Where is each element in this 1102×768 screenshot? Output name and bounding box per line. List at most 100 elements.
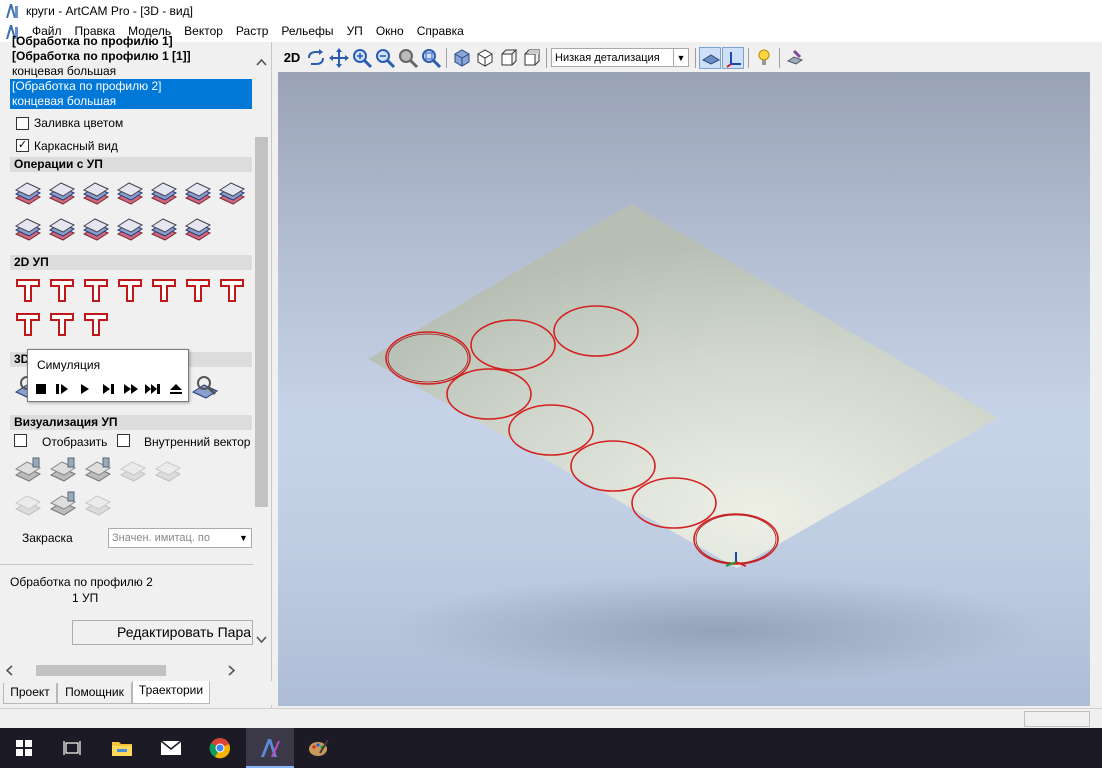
toolpath-stack-icon[interactable]	[115, 178, 145, 208]
side-view-icon[interactable]	[497, 47, 519, 69]
section-2d-toolpaths[interactable]: 2D УП	[10, 255, 252, 270]
inlay-icon[interactable]	[13, 309, 43, 339]
area-clearance-icon[interactable]	[47, 275, 77, 305]
front-view-icon[interactable]	[474, 47, 496, 69]
show-checkbox[interactable]	[14, 434, 27, 447]
toolpath-transform-icon[interactable]	[149, 178, 179, 208]
zoom-in-icon[interactable]	[351, 47, 373, 69]
inner-vector-checkbox[interactable]	[117, 434, 130, 447]
task-view-icon[interactable]	[48, 728, 96, 768]
fluting-icon[interactable]	[47, 309, 77, 339]
chevron-up-icon[interactable]	[256, 58, 267, 66]
simulate-block-icon[interactable]	[83, 455, 113, 485]
wireframe-label: Каркасный вид	[34, 139, 118, 153]
file-explorer-icon[interactable]	[98, 728, 146, 768]
v-carve-icon[interactable]	[81, 275, 111, 305]
engrave-text-icon[interactable]	[149, 275, 179, 305]
panel-vertical-scrollbar[interactable]	[253, 42, 270, 662]
windows-taskbar	[0, 728, 1102, 768]
export-simulation-icon[interactable]	[83, 489, 113, 519]
chrome-icon[interactable]	[196, 728, 244, 768]
profile-machining-icon[interactable]	[13, 275, 43, 305]
toolbar-separator	[779, 48, 780, 68]
detail-level-select[interactable]: Низкая детализация ▼	[551, 48, 689, 67]
save-toolpath-icon[interactable]	[13, 178, 43, 208]
material-icon[interactable]	[784, 47, 806, 69]
feature-machining-icon[interactable]	[217, 275, 247, 305]
step-play-icon[interactable]	[54, 382, 70, 396]
export-toolpath-icon[interactable]	[47, 214, 77, 244]
fast-forward-icon[interactable]	[123, 382, 139, 396]
toolpath-table-icon[interactable]	[217, 178, 247, 208]
show-label: Отобразить	[42, 435, 108, 449]
chevron-left-icon[interactable]	[5, 665, 13, 676]
panel-horizontal-scrollbar[interactable]	[0, 662, 253, 679]
3d-viewport[interactable]	[278, 72, 1090, 706]
tree-item-toolpath-2[interactable]: [Обработка по профилю 2]	[10, 79, 252, 94]
rotate-view-icon[interactable]	[305, 47, 327, 69]
load-simulation-icon[interactable]	[48, 489, 78, 519]
stop-icon[interactable]	[33, 382, 49, 396]
chevron-right-icon[interactable]	[228, 665, 236, 676]
artcam-icon[interactable]	[246, 728, 294, 768]
top-view-icon[interactable]	[520, 47, 542, 69]
menu-window[interactable]: Окно	[370, 21, 411, 42]
tree-item-tool-1[interactable]: концевая большая	[10, 64, 252, 79]
mail-icon[interactable]	[147, 728, 195, 768]
scrollbar-thumb[interactable]	[36, 665, 166, 676]
fill-color-checkbox[interactable]	[16, 117, 29, 130]
section-visualization[interactable]: Визуализация УП	[10, 415, 252, 430]
light-bulb-icon[interactable]	[753, 47, 775, 69]
selected-toolpath-count: 1 УП	[72, 591, 99, 605]
toolbar-separator	[446, 48, 447, 68]
shaded-view-icon[interactable]	[699, 47, 721, 69]
menu-reliefs[interactable]: Рельефы	[275, 21, 340, 42]
tab-assistant[interactable]: Помощник	[57, 683, 132, 704]
toolpath-sheet-icon[interactable]	[183, 178, 213, 208]
paint-icon[interactable]	[295, 728, 343, 768]
2d-view-button[interactable]: 2D	[281, 47, 303, 69]
zoom-out-icon[interactable]	[374, 47, 396, 69]
section-operations[interactable]: Операции с УП	[10, 157, 252, 172]
edit-parameters-button[interactable]: Редактировать Параметры	[72, 620, 253, 645]
menu-toolpaths[interactable]: УП	[341, 21, 370, 42]
tree-item-tool-2[interactable]: концевая большая	[10, 94, 252, 109]
status-cell	[1024, 711, 1090, 727]
toolpath-order-icon[interactable]	[81, 214, 111, 244]
save-as-toolpath-icon[interactable]	[13, 214, 43, 244]
artcam-app-icon	[6, 3, 18, 18]
tab-toolpaths[interactable]: Траектории	[132, 681, 210, 704]
toolpath-add-icon[interactable]	[115, 214, 145, 244]
merge-toolpath-icon[interactable]	[81, 178, 111, 208]
3d-zoom-toolpath-icon[interactable]	[190, 372, 220, 402]
save-simulation-icon[interactable]	[13, 489, 43, 519]
iso-view-icon[interactable]	[451, 47, 473, 69]
toolpath-info-icon[interactable]	[47, 178, 77, 208]
axes-icon[interactable]	[722, 47, 744, 69]
toolpath-template-icon[interactable]	[183, 214, 213, 244]
reset-simulation-icon[interactable]	[118, 455, 148, 485]
zoom-window-icon[interactable]	[420, 47, 442, 69]
slotting-icon[interactable]	[81, 309, 111, 339]
eject-icon[interactable]	[168, 382, 184, 396]
simulation-settings-icon[interactable]	[153, 455, 183, 485]
menu-help[interactable]: Справка	[411, 21, 471, 42]
shading-select[interactable]: Значен. имитац. по ▼	[108, 528, 252, 548]
drilling-icon[interactable]	[183, 275, 213, 305]
simulate-toolpath-icon[interactable]	[48, 455, 78, 485]
bevel-carve-icon[interactable]	[115, 275, 145, 305]
pan-icon[interactable]	[328, 47, 350, 69]
tree-item-toolpath-1[interactable]: [Обработка по профилю 1]	[10, 34, 252, 49]
show-toolpath-icon[interactable]	[13, 455, 43, 485]
skip-end-icon[interactable]	[145, 382, 161, 396]
tree-item-toolpath-1-1[interactable]: [Обработка по профилю 1 [1]]	[10, 49, 252, 64]
windows-start-icon[interactable]	[0, 728, 48, 768]
zoom-extents-icon[interactable]	[397, 47, 419, 69]
chevron-down-icon[interactable]	[256, 636, 267, 644]
play-icon[interactable]	[77, 382, 93, 396]
tab-project[interactable]: Проект	[3, 683, 57, 704]
toolpath-array-icon[interactable]	[149, 214, 179, 244]
wireframe-checkbox[interactable]: ✓	[16, 139, 29, 152]
scrollbar-thumb[interactable]	[255, 137, 268, 507]
next-icon[interactable]	[100, 382, 116, 396]
